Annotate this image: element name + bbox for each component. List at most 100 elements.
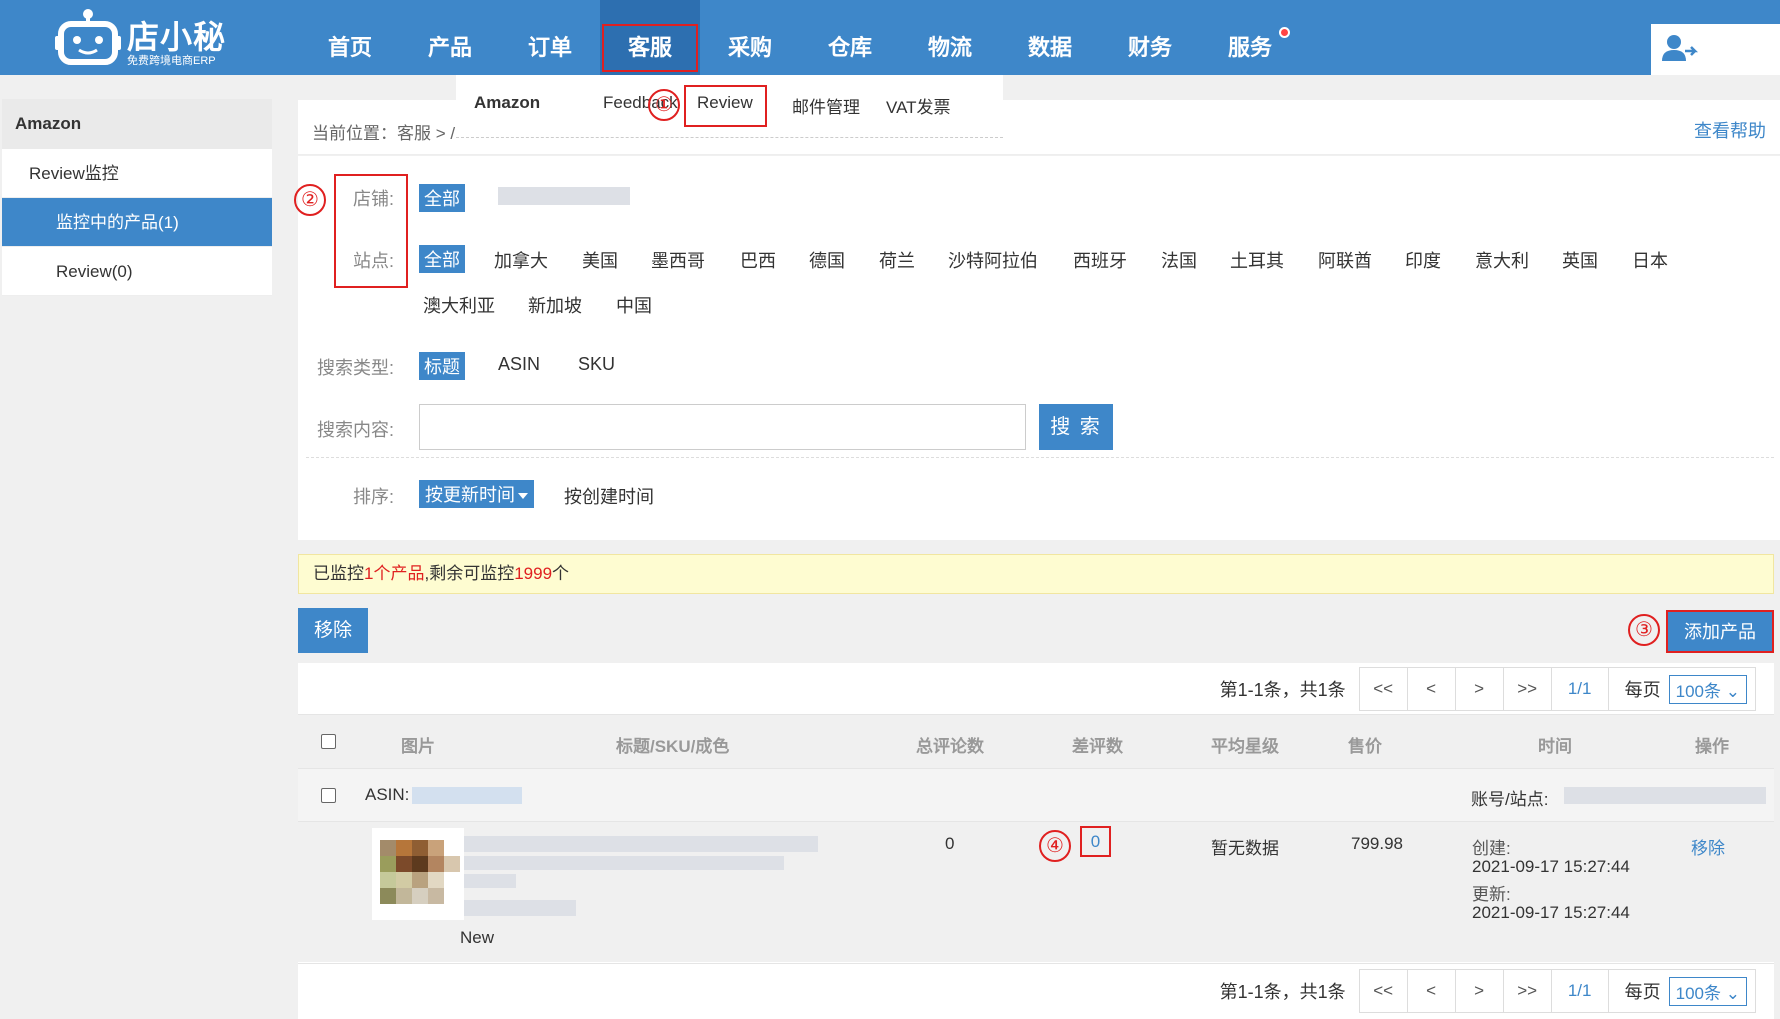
user-menu[interactable] — [1651, 24, 1780, 75]
user-icon — [1662, 35, 1699, 61]
updated-label: 更新: — [1472, 885, 1511, 904]
product-thumbnail[interactable] — [372, 828, 464, 920]
site-uae[interactable]: 阿联酋 — [1318, 247, 1372, 273]
sidebar-item-reviews[interactable]: Review(0) — [2, 247, 272, 296]
site-italy[interactable]: 意大利 — [1475, 247, 1529, 273]
sort-label: 排序: — [352, 487, 394, 507]
pager-last-button[interactable]: >> — [1502, 969, 1552, 1013]
site-mexico[interactable]: 墨西哥 — [651, 247, 705, 273]
top-nav-bar: 店小秘 免费跨境电商ERP 首页 产品 订单 客服 采购 仓库 物流 数据 财务… — [0, 0, 1780, 75]
search-type-title[interactable]: 标题 — [419, 352, 465, 380]
site-brazil[interactable]: 巴西 — [740, 247, 776, 273]
marker-1: ① — [648, 89, 680, 121]
shop-label: 店铺: — [352, 189, 394, 209]
nav-logistics[interactable]: 物流 — [900, 0, 1000, 75]
pager-next-button[interactable]: > — [1454, 667, 1504, 711]
pager-prev-button[interactable]: < — [1406, 667, 1456, 711]
submenu-mail[interactable]: 邮件管理 — [792, 93, 860, 118]
robot-logo-icon — [55, 9, 121, 65]
sidebar-item-review-monitor[interactable]: Review监控 — [2, 149, 272, 198]
nav-orders[interactable]: 订单 — [500, 0, 600, 75]
pager-next-button[interactable]: > — [1454, 969, 1504, 1013]
nav-data[interactable]: 数据 — [1000, 0, 1100, 75]
search-type-asin[interactable]: ASIN — [498, 354, 540, 375]
site-germany[interactable]: 德国 — [809, 247, 845, 273]
pager-first-button[interactable]: << — [1358, 667, 1408, 711]
select-all-checkbox[interactable] — [321, 734, 336, 749]
nav-finance[interactable]: 财务 — [1100, 0, 1200, 75]
site-spain[interactable]: 西班牙 — [1073, 247, 1127, 273]
site-france[interactable]: 法国 — [1161, 247, 1197, 273]
notice-text-1: 已监控 — [313, 564, 364, 583]
product-table-panel: 第1-1条，共1条 << < > >> 1/1 每页 100条 ⌄ 图片 标题/… — [298, 663, 1774, 1019]
bulk-remove-button[interactable]: 移除 — [298, 608, 368, 653]
submenu-vat[interactable]: VAT发票 — [886, 93, 951, 118]
page-size-select[interactable]: 100条 ⌄ — [1668, 976, 1747, 1006]
thumb-pixel — [380, 856, 396, 872]
site-netherlands[interactable]: 荷兰 — [879, 247, 915, 273]
thumb-pixel — [428, 856, 444, 872]
th-bad-reviews: 差评数 — [1072, 737, 1123, 756]
nav-products[interactable]: 产品 — [400, 0, 500, 75]
site-canada[interactable]: 加拿大 — [494, 247, 548, 273]
pager-size-label: 每页 — [1624, 982, 1661, 1002]
shop-name-blurred[interactable] — [498, 187, 630, 205]
th-actions: 操作 — [1695, 737, 1729, 756]
search-button[interactable]: 搜 索 — [1039, 404, 1113, 450]
table-header: 图片 标题/SKU/成色 总评论数 差评数 平均星级 售价 时间 操作 — [298, 714, 1774, 768]
nav-warehouse[interactable]: 仓库 — [800, 0, 900, 75]
nav-purchasing[interactable]: 采购 — [700, 0, 800, 75]
site-turkey[interactable]: 土耳其 — [1230, 247, 1284, 273]
pager-prev-button[interactable]: < — [1406, 969, 1456, 1013]
site-saudi-arabia[interactable]: 沙特阿拉伯 — [948, 247, 1038, 273]
monitor-quota-notice: 已监控1个产品,剩余可监控1999个 — [298, 554, 1774, 594]
site-australia[interactable]: 澳大利亚 — [423, 292, 495, 318]
add-product-button[interactable]: 添加产品 — [1666, 610, 1774, 653]
thumb-pixel — [428, 840, 444, 856]
row-remove-link[interactable]: 移除 — [1691, 834, 1725, 859]
site-all[interactable]: 全部 — [419, 245, 465, 273]
chevron-down-icon: ⌄ — [1725, 983, 1740, 1003]
nav-services-label: 服务 — [1227, 35, 1272, 60]
avg-rating-value: 暂无数据 — [1211, 839, 1279, 858]
site-china[interactable]: 中国 — [616, 292, 652, 318]
pager-info: 第1-1条，共1条 — [1219, 680, 1346, 700]
site-usa[interactable]: 美国 — [582, 247, 618, 273]
th-avg-rating: 平均星级 — [1211, 737, 1279, 756]
sidebar-item-monitored-products[interactable]: 监控中的产品(1) — [2, 198, 272, 247]
page-size-select[interactable]: 100条 ⌄ — [1668, 674, 1747, 704]
shop-all[interactable]: 全部 — [419, 184, 465, 212]
th-image: 图片 — [401, 737, 435, 756]
site-india[interactable]: 印度 — [1405, 247, 1441, 273]
site-japan[interactable]: 日本 — [1632, 247, 1668, 273]
nav-customer-service[interactable]: 客服 — [600, 0, 700, 75]
nav-home[interactable]: 首页 — [300, 0, 400, 75]
product-title-blurred[interactable] — [464, 836, 818, 852]
created-label: 创建: — [1472, 839, 1511, 858]
logo[interactable]: 店小秘 免费跨境电商ERP — [55, 6, 235, 67]
submenu-group-amazon: Amazon — [474, 93, 541, 112]
bad-reviews-link[interactable]: 0 — [1080, 826, 1111, 857]
chevron-down-icon: ⌄ — [1725, 681, 1740, 701]
search-input[interactable] — [419, 404, 1026, 450]
pager-first-button[interactable]: << — [1358, 969, 1408, 1013]
product-sku-blurred — [464, 874, 516, 888]
pager-last-button[interactable]: >> — [1502, 667, 1552, 711]
total-reviews-value: 0 — [945, 834, 955, 853]
row-checkbox[interactable] — [321, 788, 336, 803]
sort-create-time[interactable]: 按创建时间 — [564, 483, 654, 509]
nav-services[interactable]: 服务 — [1200, 0, 1300, 75]
site-singapore[interactable]: 新加坡 — [528, 292, 582, 318]
thumb-pixel — [412, 856, 428, 872]
sort-update-time-dropdown[interactable]: 按更新时间 — [419, 480, 534, 508]
site-uk[interactable]: 英国 — [1562, 247, 1598, 273]
th-total-reviews: 总评论数 — [916, 737, 984, 756]
pager-size: 每页 100条 ⌄ — [1607, 667, 1756, 711]
thumb-pixel — [428, 872, 444, 888]
notification-dot — [1279, 27, 1290, 38]
marker-4: ④ — [1039, 830, 1071, 862]
search-type-sku[interactable]: SKU — [578, 354, 615, 375]
thumb-pixel — [380, 872, 396, 888]
help-link[interactable]: 查看帮助 — [1694, 117, 1766, 143]
site-label: 站点: — [352, 251, 394, 271]
